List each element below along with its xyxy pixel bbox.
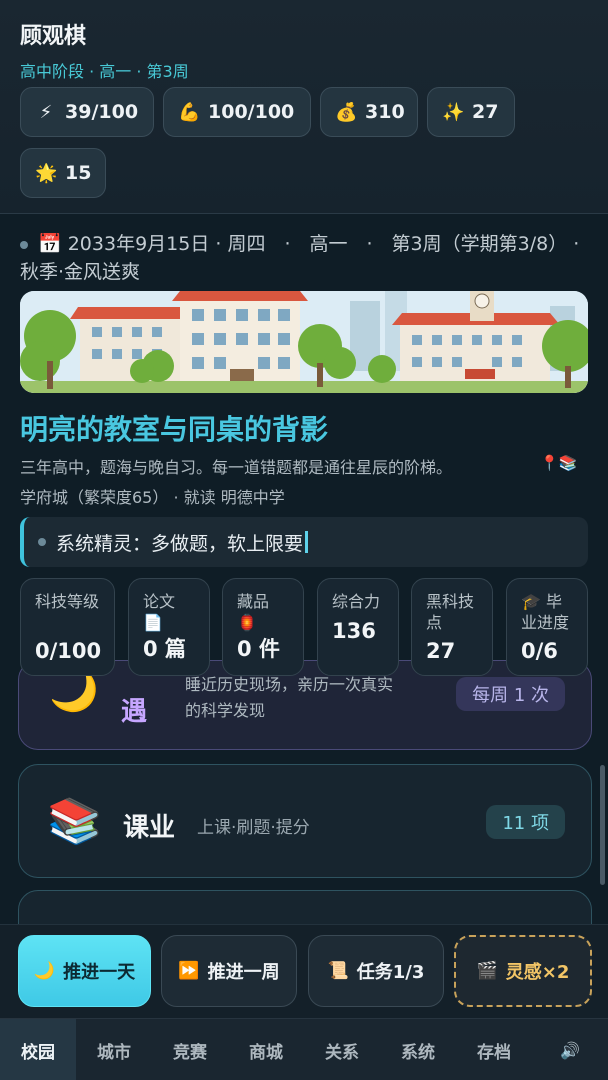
school-banner-image (20, 291, 588, 393)
location-description: 三年高中，题海与晚自习。每一道错题都是通往星辰的阶梯。 (20, 458, 453, 477)
nav-tab-shop[interactable]: 商城 (228, 1019, 304, 1080)
money-bag-icon: 💰 (335, 101, 358, 123)
study-count-badge: 11 项 (486, 805, 565, 839)
status-dot (20, 240, 28, 249)
school-illustration (20, 291, 588, 393)
nav-tab-save[interactable]: 存档 (456, 1019, 532, 1080)
metric-value: 0 件 (237, 637, 280, 661)
location-pin-books-icon: 📍📚 (540, 454, 578, 472)
stat-sparkle[interactable]: ✨ 27 (427, 87, 515, 137)
sparkle-icon: ✨ (442, 101, 465, 123)
nav-tab-city[interactable]: 城市 (76, 1019, 152, 1080)
metric-label: 🎓 毕业进度 (521, 592, 570, 632)
nav-tab-campus[interactable]: 校园 (0, 1019, 76, 1080)
stat-value: 27 (472, 101, 499, 123)
sound-icon[interactable]: 🔊 (532, 1019, 608, 1080)
clapperboard-icon: 🎬 (476, 961, 498, 981)
advance-day-button[interactable]: 🌙 推进一天 (18, 935, 151, 1007)
books-icon: 📚 (47, 796, 102, 847)
stat-value: 100/100 (208, 101, 295, 123)
metric-collection: 藏品 🏮 0 件 (222, 578, 304, 676)
study-title: 课业 (123, 813, 176, 843)
star-icon: 🌟 (35, 162, 58, 184)
metric-label: 综合力 (332, 592, 381, 611)
encounter-frequency-badge: 每周 1 次 (456, 677, 565, 711)
location-title: 明亮的教室与同桌的背影 (20, 413, 329, 446)
metric-value: 0 篇 (143, 637, 186, 661)
study-card[interactable]: 📚 课业 上课·刷题·提分 11 项 (18, 764, 592, 878)
system-sprite-message: 系统精灵：多做题，软上限要 (20, 517, 588, 567)
stat-value: 310 (365, 101, 405, 123)
sprite-dot (38, 538, 46, 546)
sprite-text: 系统精灵：多做题，软上限要 (56, 532, 304, 555)
bottom-nav: 校园 城市 竞赛 商城 关系 系统 存档 🔊 (0, 1018, 608, 1080)
metric-overall-power: 综合力 136 (317, 578, 399, 676)
advance-week-button[interactable]: ⏩ 推进一周 (161, 935, 297, 1007)
tasks-label: 任务1/3 (356, 962, 425, 983)
scroll-icon: 📜 (327, 961, 349, 981)
location-place: 学府城（繁荣度65） · 就读 明德中学 (20, 488, 285, 507)
player-name: 顾观棋 (20, 24, 87, 49)
metric-value: 0/100 (35, 639, 102, 663)
metric-tech-level: 科技等级 0/100 (20, 578, 115, 676)
metric-value: 27 (426, 639, 456, 663)
stat-money[interactable]: 💰 310 (320, 87, 418, 137)
stat-value: 15 (65, 162, 92, 184)
nav-tab-relations[interactable]: 关系 (304, 1019, 380, 1080)
player-subtitle: 高中阶段 · 高一 · 第3周 (20, 62, 189, 81)
metric-label: 藏品 🏮 (237, 592, 270, 632)
metric-value: 0/6 (521, 639, 558, 663)
metric-label: 论文 📄 (143, 592, 176, 632)
action-bar: 🌙 推进一天 ⏩ 推进一周 📜 任务1/3 🎬 灵感×2 (0, 924, 608, 1018)
stat-value: 39/100 (65, 101, 139, 123)
date-line: 📅 2033年9月15日 · 周四 · 高一 · 第3周（学期第3/8） · 秋… (20, 230, 592, 286)
metric-value: 136 (332, 619, 376, 643)
text-cursor (305, 531, 309, 553)
inspiration-button[interactable]: 🎬 灵感×2 (454, 935, 592, 1007)
calendar-icon: 📅 (38, 233, 62, 255)
advance-day-label: 推进一天 (63, 962, 136, 983)
metric-label: 黑科技点 (426, 592, 475, 632)
moon-icon: 🌙 (33, 961, 56, 981)
strength-arm-icon: 💪 (178, 101, 201, 123)
fast-forward-icon: ⏩ (178, 961, 200, 981)
metric-tech-points: 黑科技点 27 (411, 578, 493, 676)
encounter-desc-line2: 的科学发现 (185, 701, 266, 720)
player-header: 顾观棋 高中阶段 · 高一 · 第3周 ⚡ 39/100 💪 100/100 💰… (0, 0, 608, 214)
metric-label: 科技等级 (35, 592, 100, 611)
study-subtitle: 上课·刷题·提分 (197, 818, 310, 838)
metric-graduation-progress: 🎓 毕业进度 0/6 (506, 578, 588, 676)
date-text: 2033年9月15日 · 周四 · 高一 · 第3周（学期第3/8） · 秋季·… (20, 233, 580, 283)
encounter-title: 遇 (121, 697, 148, 727)
nav-tab-system[interactable]: 系统 (380, 1019, 456, 1080)
metric-papers: 论文 📄 0 篇 (128, 578, 210, 676)
stat-strength[interactable]: 💪 100/100 (163, 87, 311, 137)
stat-star[interactable]: 🌟 15 (20, 148, 106, 198)
stat-energy[interactable]: ⚡ 39/100 (20, 87, 154, 137)
energy-bolt-icon: ⚡ (39, 101, 53, 123)
inspiration-label: 灵感×2 (505, 962, 570, 983)
tasks-button[interactable]: 📜 任务1/3 (308, 935, 444, 1007)
advance-week-label: 推进一周 (207, 962, 280, 983)
nav-tab-competition[interactable]: 竞赛 (152, 1019, 228, 1080)
scrollbar[interactable] (600, 765, 605, 885)
